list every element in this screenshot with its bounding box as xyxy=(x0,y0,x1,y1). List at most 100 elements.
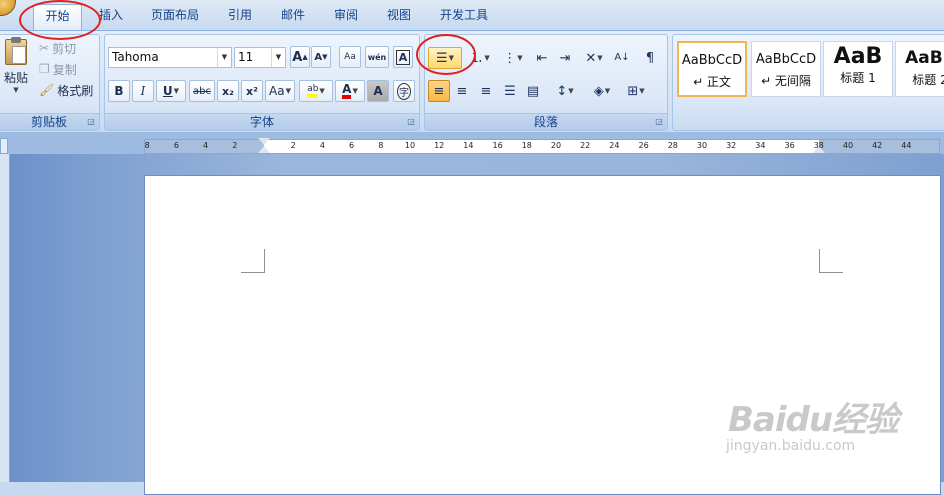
show-marks-button[interactable]: ¶ xyxy=(639,47,661,69)
superscript-icon: x² xyxy=(246,84,258,98)
italic-icon: I xyxy=(140,84,146,98)
phonetic-guide-button[interactable]: wén xyxy=(365,46,389,68)
paragraph-launcher-icon[interactable]: ◲ xyxy=(654,117,664,127)
superscript-button[interactable]: x² xyxy=(241,80,263,102)
tab-mailings[interactable]: 邮件 xyxy=(275,4,311,30)
underline-icon: U xyxy=(162,84,173,98)
borders-button[interactable]: ⊞ ▼ xyxy=(621,80,651,102)
copy-label: 复制 xyxy=(52,62,77,77)
horizontal-ruler[interactable]: 8 6 4 2 2 4 6 8 10 12 14 16 18 20 22 24 26 28 30 32 34 36 38 40… xyxy=(144,138,940,154)
strikethrough-icon: abc xyxy=(193,85,211,97)
office-button-icon[interactable] xyxy=(0,0,16,16)
decrease-indent-icon: ⇤ xyxy=(536,50,548,66)
tab-developer[interactable]: 开发工具 xyxy=(434,4,494,30)
enclose-characters-button[interactable]: 字 xyxy=(393,80,415,102)
copy-icon: ❐ xyxy=(39,62,50,76)
style-heading-1[interactable]: AaB 标题 1 xyxy=(823,41,893,97)
format-painter-button[interactable]: 🖌 格式刷 xyxy=(39,81,93,99)
ruler-number: 4 xyxy=(203,141,209,150)
paste-button[interactable]: 粘贴 ▼ xyxy=(1,37,31,103)
tab-view[interactable]: 视图 xyxy=(381,4,417,30)
ruler-number: 40 xyxy=(842,141,854,150)
chevron-down-icon: ▼ xyxy=(13,86,19,94)
subscript-button[interactable]: x₂ xyxy=(217,80,239,102)
font-launcher-icon[interactable]: ◲ xyxy=(406,117,416,127)
multilevel-list-icon: ⋮ xyxy=(503,50,517,66)
style-heading-2[interactable]: AaBb 标题 2 xyxy=(895,41,944,97)
increase-indent-button[interactable]: ⇥ xyxy=(554,47,576,69)
ruler-number: 28 xyxy=(667,141,678,150)
strikethrough-button[interactable]: abc xyxy=(189,80,215,102)
indent-marker-icon[interactable] xyxy=(258,138,270,145)
paste-label: 粘贴 xyxy=(3,71,28,85)
underline-button[interactable]: U ▼ xyxy=(156,80,186,102)
clear-formatting-button[interactable]: Aa xyxy=(339,46,361,68)
style-no-spacing[interactable]: AaBbCcD ↵ 无间隔 xyxy=(751,41,821,97)
style-normal[interactable]: AaBbCcD ↵ 正文 xyxy=(677,41,747,97)
ruler-tab-selector[interactable] xyxy=(0,138,8,154)
ruler-number: 6 xyxy=(173,141,179,150)
decrease-indent-button[interactable]: ⇤ xyxy=(531,47,553,69)
align-left-button[interactable]: ≡ xyxy=(428,80,450,102)
multilevel-list-button[interactable]: ⋮ ▼ xyxy=(497,47,529,69)
paint-bucket-icon: ◈ xyxy=(593,83,604,99)
ruler-number: 6 xyxy=(349,141,355,150)
change-case-button[interactable]: Aa ▼ xyxy=(265,80,295,102)
vertical-ruler[interactable] xyxy=(0,154,10,482)
tab-review[interactable]: 审阅 xyxy=(328,4,364,30)
style-name: ↵ 正文 xyxy=(693,75,731,89)
ruler-number: 30 xyxy=(696,141,708,150)
font-size-combo[interactable]: 11 ▼ xyxy=(234,47,286,68)
subscript-icon: x₂ xyxy=(222,84,234,98)
shrink-font-icon: A xyxy=(314,51,323,63)
character-border-icon: A xyxy=(395,49,411,65)
styles-group: AaBbCcD ↵ 正文 AaBbCcD ↵ 无间隔 AaB 标题 1 AaBb… xyxy=(672,34,944,131)
clipboard-launcher-icon[interactable]: ◲ xyxy=(86,117,96,127)
pilcrow-icon: ¶ xyxy=(645,50,655,66)
copy-button[interactable]: ❐ 复制 xyxy=(39,60,77,78)
ruler-number: 14 xyxy=(463,141,474,150)
tab-page-layout[interactable]: 页面布局 xyxy=(146,4,204,30)
ribbon-tab-bar: 开始 插入 页面布局 引用 邮件 审阅 视图 开发工具 xyxy=(0,0,944,31)
ruler-number: 20 xyxy=(550,141,562,150)
sort-button[interactable]: A↓ xyxy=(611,47,633,69)
increase-indent-icon: ⇥ xyxy=(559,50,571,66)
tab-references[interactable]: 引用 xyxy=(222,4,258,30)
style-name: 标题 2 xyxy=(912,73,944,87)
cut-button[interactable]: ✂ 剪切 xyxy=(39,39,76,57)
highlight-button[interactable]: ab ▼ xyxy=(299,80,333,102)
grow-font-button[interactable]: A ▲ xyxy=(290,46,310,68)
align-center-button[interactable]: ≡ xyxy=(451,80,473,102)
font-name-value: Tahoma xyxy=(112,50,159,64)
distributed-button[interactable]: ▤ xyxy=(522,80,544,102)
character-shading-button[interactable]: A xyxy=(367,80,389,102)
scissors-icon: ✂ xyxy=(39,41,50,55)
justify-button[interactable]: ☰ xyxy=(499,80,521,102)
asian-layout-icon: ✕ xyxy=(585,50,597,66)
italic-button[interactable]: I xyxy=(132,80,154,102)
chevron-down-icon[interactable]: ▼ xyxy=(217,48,231,67)
ruler-number: 2 xyxy=(290,141,296,150)
watermark-url: jingyan.baidu.com xyxy=(726,438,856,454)
hanging-indent-marker-icon[interactable] xyxy=(258,146,270,153)
shrink-font-button[interactable]: A ▼ xyxy=(311,46,331,68)
line-spacing-button[interactable]: ↕ ▼ xyxy=(549,80,581,102)
chevron-down-icon[interactable]: ▼ xyxy=(271,48,285,67)
shading-button[interactable]: ◈ ▼ xyxy=(585,80,619,102)
annotation-circle-home-tab xyxy=(19,0,101,40)
align-right-button[interactable]: ≡ xyxy=(475,80,497,102)
ruler-number: 8 xyxy=(144,141,150,150)
align-right-icon: ≡ xyxy=(480,83,492,99)
bold-button[interactable]: B xyxy=(108,80,130,102)
justify-icon: ☰ xyxy=(504,83,516,99)
highlighter-icon: ab xyxy=(307,84,319,98)
paragraph-group-label: 段落 xyxy=(425,113,667,130)
asian-layout-button[interactable]: ✕ ▼ xyxy=(579,47,609,69)
ruler-number: 10 xyxy=(404,141,416,150)
enclose-characters-icon: 字 xyxy=(397,82,411,100)
character-border-button[interactable]: A xyxy=(393,46,413,68)
font-color-button[interactable]: A ▼ xyxy=(335,80,365,102)
font-name-combo[interactable]: Tahoma ▼ xyxy=(108,47,232,68)
font-size-value: 11 xyxy=(238,50,254,64)
change-case-icon: Aa xyxy=(269,84,285,98)
